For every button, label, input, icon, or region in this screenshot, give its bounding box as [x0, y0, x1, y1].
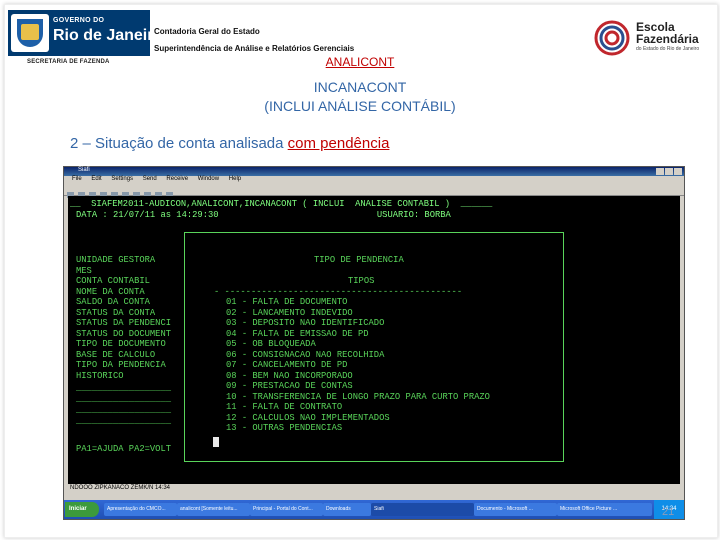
historico-field[interactable]: __________________ — [76, 394, 171, 404]
tipo-item: 10 - TRANSFERENCIA DE LONGO PRAZO PARA C… — [226, 391, 490, 402]
menu-settings[interactable]: Settings — [111, 176, 133, 182]
popup-subtitle: TIPOS — [348, 276, 375, 286]
status-bar: NDOOO ZIPKANACO ZEMK/N 14:34 — [64, 485, 684, 495]
gov-logo: GOVERNO DO Rio de Janeiro — [8, 10, 163, 58]
field-label: CONTA CONTABIL — [76, 276, 150, 286]
tipo-item: 06 - CONSIGNACAO NAO RECOLHIDA — [226, 349, 385, 360]
historico-field[interactable]: __________________ — [76, 416, 171, 426]
gov-big-text: Rio de Janeiro — [53, 27, 164, 44]
field-label: HISTORICO — [76, 370, 124, 381]
tipo-item: 02 - LANCAMENTO INDEVIDO — [226, 307, 353, 318]
taskbar-item[interactable]: Apresentação do CMCO... — [104, 503, 177, 516]
taskbar-item[interactable]: Downloads — [323, 503, 371, 516]
tipo-item: 05 - OB BLOQUEADA — [226, 339, 316, 349]
menu-window[interactable]: Window — [198, 176, 219, 182]
escola-text-3: do Estado do Rio de Janeiro — [636, 46, 700, 52]
window-title: Siafi — [78, 167, 90, 173]
tipo-item: 08 - BEM NAO INCORPORADO — [226, 370, 353, 381]
field-label: UNIDADE GESTORA — [76, 255, 156, 265]
window-controls — [656, 168, 682, 175]
start-button[interactable]: Iniciar — [65, 502, 99, 517]
bullet-prefix: 2 – Situação de conta analisada — [70, 135, 288, 152]
tipo-item: 12 - CALCULOS NAO IMPLEMENTADOS — [226, 412, 390, 423]
tipo-item: 03 - DEPOSITO NAO IDENTIFICADO — [226, 318, 385, 328]
tipo-item: 07 - CANCELAMENTO DE PD — [226, 360, 348, 370]
window-titlebar: Siafi — [64, 167, 684, 176]
gov-small-text: GOVERNO DO — [53, 17, 105, 24]
popup-rule: - --------------------------------------… — [214, 287, 463, 297]
bullet-text: 2 – Situação de conta analisada com pend… — [70, 135, 389, 152]
module-link[interactable]: ANALICONT — [0, 55, 720, 69]
taskbar-item[interactable]: Principal - Portal do Cont... — [250, 503, 323, 516]
tipo-item: 04 - FALTA DE EMISSAO DE PD — [226, 328, 369, 339]
function-keys: PA1=AJUDA PA2=VOLT — [76, 444, 172, 454]
menubar: File Edit Settings Send Receive Window H… — [64, 176, 684, 185]
bullet-highlight: com pendência — [287, 135, 390, 152]
historico-field[interactable]: __________________ — [76, 383, 171, 393]
field-label: STATUS DA CONTA — [76, 307, 156, 318]
menu-help[interactable]: Help — [229, 176, 241, 182]
escola-text-2: Fazendária — [636, 32, 699, 46]
close-icon[interactable] — [674, 168, 682, 175]
menu-receive[interactable]: Receive — [166, 176, 188, 182]
swirl-icon — [594, 20, 630, 56]
menu-file[interactable]: File — [72, 176, 82, 182]
tipo-item: 01 - FALTA DE DOCUMENTO — [226, 297, 348, 307]
tipo-item: 13 - OUTRAS PENDENCIAS — [226, 423, 343, 433]
terminal-cursor — [213, 437, 219, 447]
minimize-icon[interactable] — [656, 168, 664, 175]
menu-send[interactable]: Send — [143, 176, 157, 182]
tipo-item: 11 - FALTA DE CONTRATO — [226, 402, 343, 412]
taskbar-item[interactable]: Documento - Microsoft ... — [474, 503, 557, 516]
terminal-date-line: DATA : 21/07/11 as 14:29:30 USUARIO: BOR… — [76, 210, 451, 220]
menu-edit[interactable]: Edit — [91, 176, 101, 182]
field-label: TIPO DE DOCUMENTO — [76, 339, 166, 349]
header-line-2: Superintendência de Análise e Relatórios… — [154, 44, 355, 53]
field-label: STATUS DO DOCUMENT — [76, 328, 172, 339]
field-label: BASE DE CALCULO — [76, 349, 156, 360]
crest-icon — [11, 14, 49, 52]
tipo-item: 09 - PRESTACAO DE CONTAS — [226, 381, 353, 391]
taskbar-item[interactable]: Microsoft Office Picture ... — [557, 503, 652, 516]
status-text: NDOOO ZIPKANACO ZEMK/N 14:34 — [70, 485, 171, 491]
maximize-icon[interactable] — [665, 168, 673, 175]
historico-field[interactable]: __________________ — [76, 405, 171, 415]
slide-subtitle: (INCLUI ANÁLISE CONTÁBIL) — [264, 98, 456, 114]
field-label: SALDO DA CONTA — [76, 297, 150, 307]
field-label: MES — [76, 265, 92, 276]
terminal-screen[interactable]: __ SIAFEM2011-AUDICON,ANALICONT,INCANACO… — [68, 196, 680, 484]
taskbar: Iniciar Apresentação do CMCO... analicon… — [64, 500, 684, 519]
field-label: NOME DA CONTA — [76, 286, 145, 297]
page-number: 21 — [662, 506, 675, 518]
terminal-window: Siafi File Edit Settings Send Receive Wi… — [63, 166, 685, 520]
popup-title: TIPO DE PENDENCIA — [314, 255, 404, 265]
field-label: STATUS DA PENDENCI — [76, 318, 172, 328]
taskbar-item[interactable]: analicont [Somente leitu... — [177, 503, 250, 516]
slide-title: INCANACONT — [313, 79, 407, 95]
taskbar-item-active[interactable]: Siafi — [371, 503, 474, 516]
field-label: TIPO DA PENDENCIA — [76, 360, 166, 370]
gov-logo-box: GOVERNO DO Rio de Janeiro — [8, 10, 163, 56]
terminal-header-line: __ SIAFEM2011-AUDICON,ANALICONT,INCANACO… — [70, 199, 493, 209]
escola-logo: Escola Fazendária do Estado do Rio de Ja… — [594, 20, 710, 60]
toolbar — [64, 185, 684, 198]
header-line-1: Contadoria Geral do Estado — [154, 27, 260, 36]
